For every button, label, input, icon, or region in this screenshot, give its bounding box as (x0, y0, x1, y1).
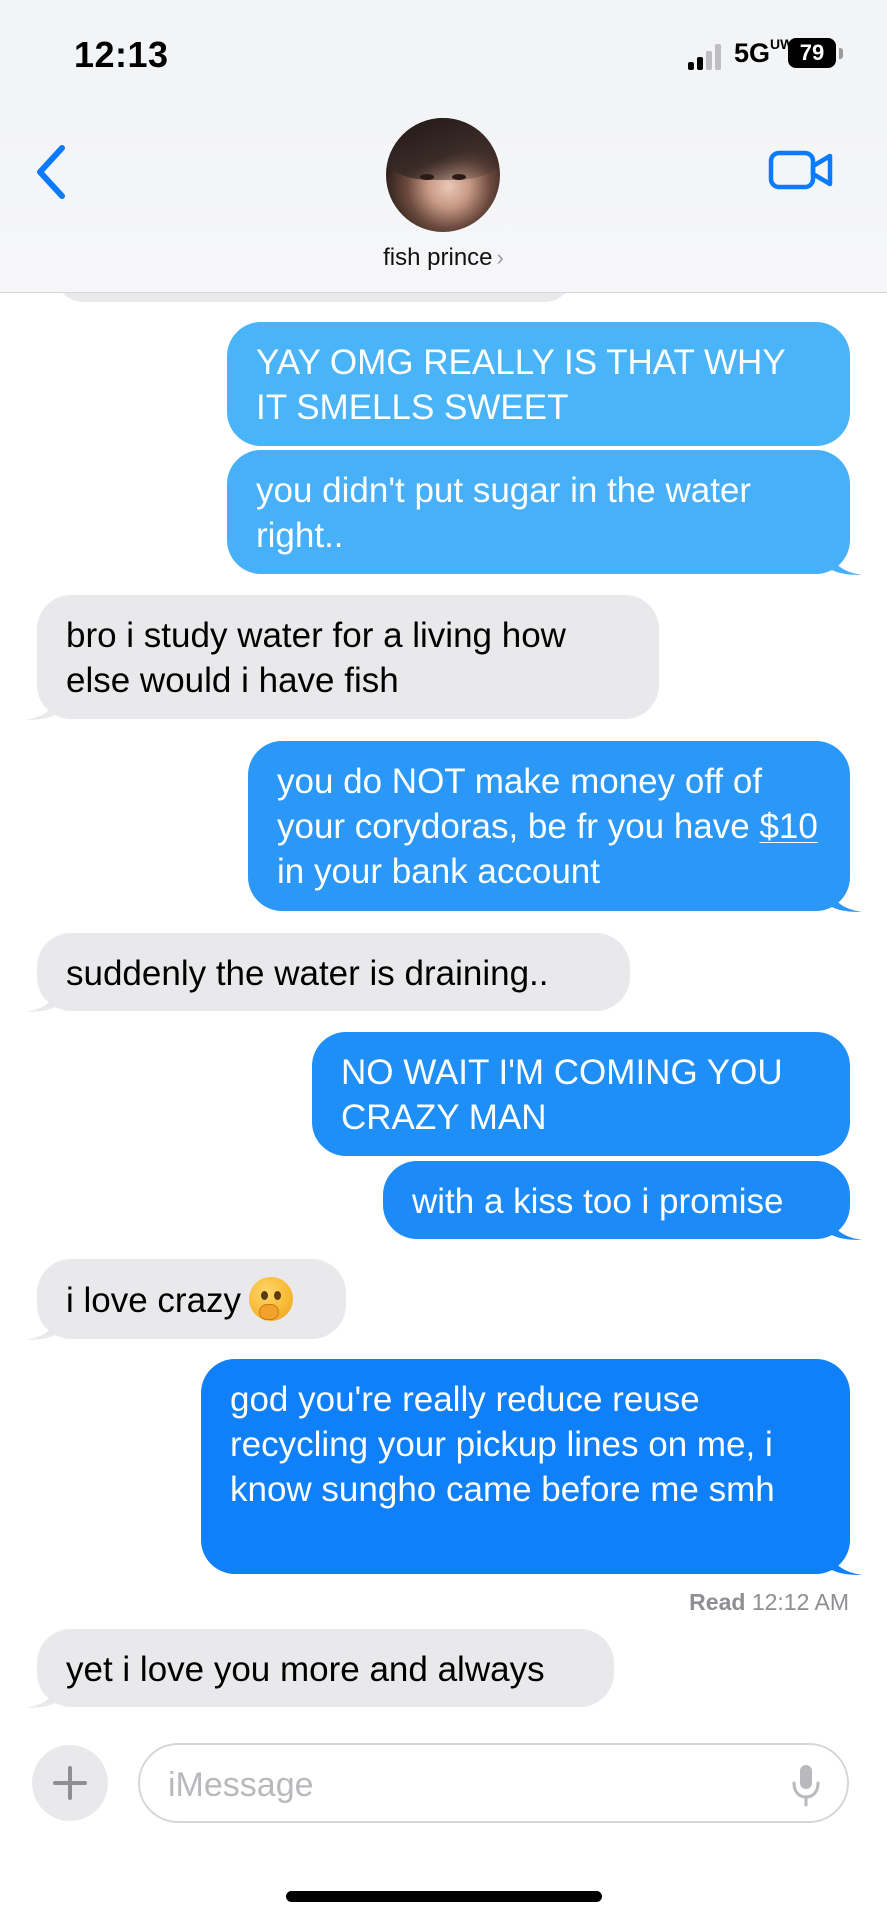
bubble-tail (828, 878, 862, 912)
battery-level: 79 (799, 40, 825, 65)
plus-icon (53, 1766, 87, 1800)
chevron-left-icon[interactable] (32, 144, 72, 200)
bubble-tail (828, 541, 862, 575)
read-time: 12:12 AM (751, 1589, 849, 1615)
read-label: Read (689, 1589, 746, 1615)
conversation-header: 12:13 5GUW 79 fish prince › (0, 0, 887, 293)
read-receipt: Read 12:12 AM (689, 1589, 849, 1616)
chevron-right-icon: › (496, 245, 504, 270)
contact-name: fish prince (383, 244, 493, 271)
bubble-tail (25, 978, 59, 1012)
microphone-icon[interactable] (791, 1763, 821, 1807)
message-incoming[interactable]: i love crazy (25, 1259, 346, 1340)
message-text: i love crazy (66, 1281, 242, 1320)
network-type: 5G (734, 38, 771, 68)
message-text: NO WAIT I'M COMING YOU CRAZY MAN (341, 1053, 783, 1137)
message-text: god you're really reduce reuse recycling… (230, 1380, 775, 1509)
status-time: 12:13 (74, 34, 169, 75)
message-incoming[interactable]: bro i study water for a living how else … (25, 595, 659, 720)
message-text: yet i love you more and always (66, 1650, 545, 1689)
bubble-tail (25, 1674, 59, 1708)
network-indicator: 5GUW (734, 36, 793, 69)
message-incoming[interactable]: yet i love you more and always (25, 1629, 614, 1708)
message-outgoing[interactable]: YAY OMG REALLY IS THAT WHY IT SMELLS SWE… (227, 322, 850, 446)
bubble-tail (828, 1541, 862, 1575)
bubble-tail (25, 1306, 59, 1340)
message-text: suddenly the water is draining.. (66, 954, 549, 993)
message-text-before: you do NOT make money off of your corydo… (277, 762, 763, 846)
message-outgoing[interactable]: NO WAIT I'M COMING YOU CRAZY MAN (312, 1032, 850, 1156)
message-text-after: in your bank account (277, 852, 600, 891)
video-camera-icon[interactable] (768, 148, 834, 192)
contact-name-button[interactable]: fish prince › (0, 244, 887, 272)
message-text: YAY OMG REALLY IS THAT WHY IT SMELLS SWE… (256, 343, 786, 427)
message-text: you didn't put sugar in the water right.… (256, 471, 752, 555)
message-outgoing[interactable]: you didn't put sugar in the water right.… (227, 450, 862, 575)
message-outgoing[interactable]: you do NOT make money off of your corydo… (248, 741, 862, 912)
bubble-tail (25, 686, 59, 720)
battery-cap (839, 48, 843, 59)
message-text: bro i study water for a living how else … (66, 616, 566, 700)
bubble-tail (828, 1206, 862, 1240)
avatar[interactable] (386, 118, 500, 232)
message-input-container[interactable] (138, 1743, 849, 1823)
message-incoming[interactable]: suddenly the water is draining.. (25, 933, 630, 1012)
home-indicator[interactable] (286, 1891, 602, 1902)
add-attachment-button[interactable] (32, 1745, 108, 1821)
message-input[interactable] (166, 1761, 750, 1809)
message-outgoing[interactable]: with a kiss too i promise (383, 1161, 862, 1240)
message-outgoing[interactable]: god you're really reduce reuse recycling… (201, 1359, 862, 1575)
signal-strength-icon (688, 44, 724, 70)
thinking-face-emoji (249, 1277, 294, 1321)
battery-icon: 79 (788, 38, 836, 68)
message-text: with a kiss too i promise (412, 1182, 784, 1221)
money-link[interactable]: $10 (759, 807, 817, 846)
